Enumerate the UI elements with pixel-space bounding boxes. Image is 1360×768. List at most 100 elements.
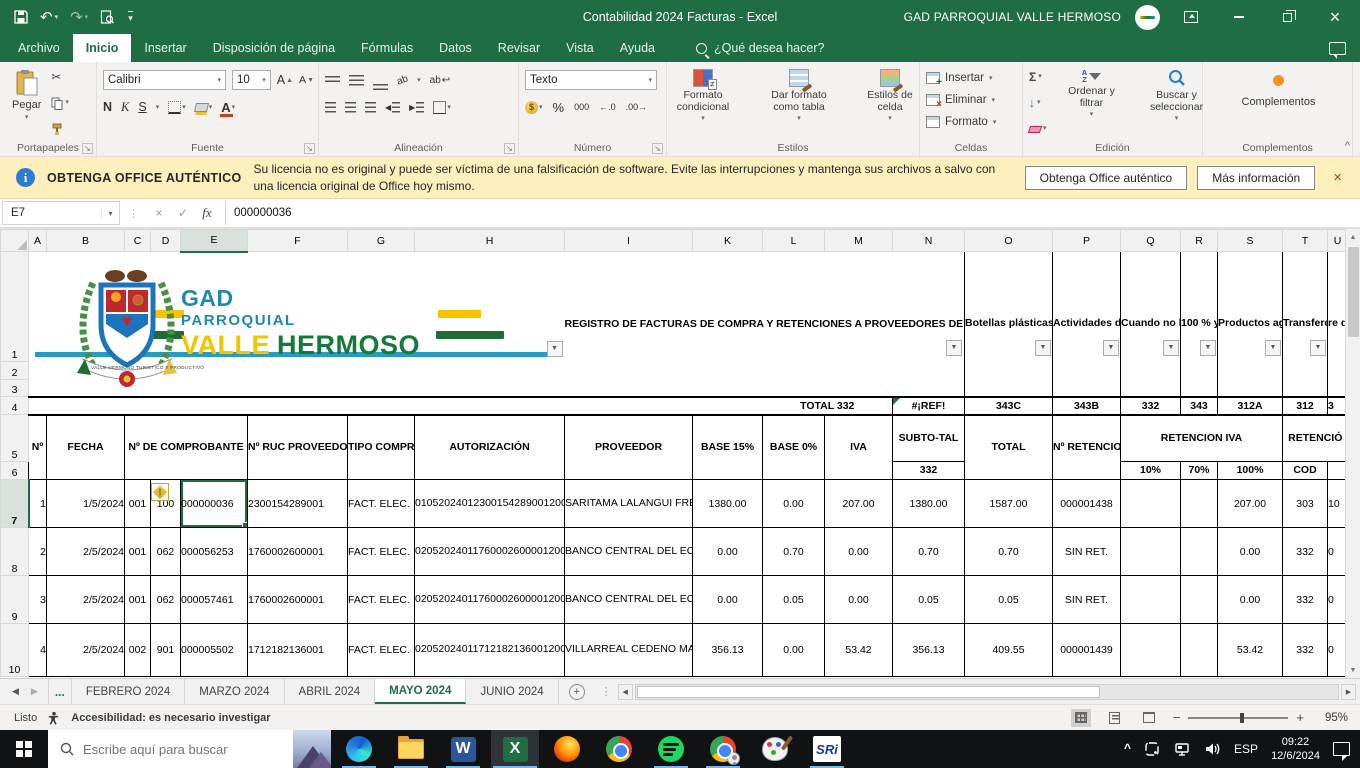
row-header-2[interactable]: 2 [0, 361, 29, 380]
tab-insertar[interactable]: Insertar [131, 34, 199, 62]
cell[interactable]: 0.00 [1217, 527, 1283, 576]
clear-button[interactable]: ▾ [1027, 121, 1047, 137]
taskbar-firefox[interactable] [543, 730, 591, 768]
column-header-k[interactable]: K [692, 229, 763, 252]
alignment-dialog-launcher[interactable]: ↘ [504, 143, 515, 154]
cell[interactable]: 0.70 [892, 527, 965, 576]
restore-button[interactable] [1270, 5, 1304, 29]
cell[interactable]: 000005502 [180, 623, 248, 677]
tab-archivo[interactable]: Archivo [0, 34, 73, 62]
cell[interactable]: 0.70 [964, 527, 1053, 576]
cell[interactable]: 1380.00 [692, 479, 763, 528]
tell-me-search[interactable]: ¿Qué desea hacer? [695, 34, 824, 62]
column-header-e[interactable]: E [180, 229, 248, 253]
accessibility-status[interactable]: Accesibilidad: es necesario investigar [71, 712, 270, 724]
ref-error-cell[interactable]: #¡REF! [892, 395, 965, 416]
cell[interactable]: 002 [124, 623, 151, 677]
font-size-select[interactable]: 10 ▾ [232, 70, 271, 90]
cell[interactable]: 207.00 [824, 479, 893, 528]
cell[interactable]: 901 [150, 623, 181, 677]
column-header-o[interactable]: O [964, 229, 1053, 252]
tab-vista[interactable]: Vista [553, 34, 607, 62]
taskbar-word[interactable]: W [439, 730, 487, 768]
header-sin-retencion[interactable]: Cuando no hay retención▼ [1120, 251, 1181, 397]
column-header-r[interactable]: R [1180, 229, 1218, 252]
taskbar-edge[interactable] [335, 730, 383, 768]
align-top-button[interactable] [325, 76, 340, 84]
zoom-level[interactable]: 95% [1318, 712, 1348, 724]
cell[interactable]: 0.00 [692, 527, 763, 576]
col-header-autorizacion[interactable]: AUTORIZACIÓN [414, 414, 565, 480]
action-center-icon[interactable] [1333, 742, 1350, 761]
taskbar-sri[interactable]: SRi [803, 730, 851, 768]
header-microempresa[interactable]: 100 % y 1%.- Regimen microempresa▼ [1180, 251, 1218, 397]
header-construccion[interactable]: Actividades de construcción de obra mate… [1052, 251, 1121, 397]
col-header-iva[interactable]: IVA [824, 414, 893, 480]
print-preview-button[interactable] [100, 10, 115, 24]
save-icon[interactable] [14, 10, 28, 24]
cell[interactable]: SARITAMA LALANGUI FREDDY PAUL [564, 479, 693, 528]
taskbar-spotify[interactable] [647, 730, 695, 768]
tray-network-icon[interactable] [1173, 742, 1191, 757]
underline-button[interactable]: S [138, 100, 146, 114]
tray-clock[interactable]: 09:22 12/6/2024 [1271, 735, 1320, 764]
tab-formulas[interactable]: Fórmulas [348, 34, 426, 62]
minimize-button[interactable] [1222, 5, 1256, 29]
cell-styles-button[interactable]: Estilos de celda ▾ [853, 66, 927, 140]
cell[interactable]: 062 [150, 527, 181, 576]
autosum-button[interactable]: Σ ▾ [1029, 69, 1047, 85]
align-left-button[interactable] [325, 101, 336, 113]
grow-font-button[interactable]: A ▲ [277, 73, 293, 87]
normal-view-button[interactable] [1070, 708, 1091, 727]
cell[interactable] [1180, 623, 1218, 677]
row-header-10[interactable]: 10 [0, 623, 29, 677]
col-header-retencion2[interactable]: RETENCIÓ [1282, 414, 1348, 462]
cell[interactable] [1120, 479, 1181, 528]
filter-dropdown-s1[interactable]: ▼ [1265, 340, 1281, 356]
code-cell[interactable]: 343B [1052, 395, 1121, 416]
cell[interactable] [1180, 575, 1218, 624]
tab-revisar[interactable]: Revisar [485, 34, 553, 62]
tab-split-grip[interactable]: ⋮ [595, 679, 618, 704]
row-header-8[interactable]: 8 [0, 527, 29, 576]
cell[interactable]: 3 [28, 575, 47, 624]
cell[interactable]: 2 [28, 527, 47, 576]
tray-app-icon[interactable] [1144, 741, 1160, 757]
taskbar-paint[interactable] [751, 730, 799, 768]
tray-expand-icon[interactable]: ^ [1124, 741, 1131, 755]
cell[interactable]: 0205202401171218213600120029010000055021… [414, 623, 565, 677]
col-header-retencion-iva[interactable]: RETENCION IVA [1120, 414, 1283, 462]
confirm-entry-icon[interactable]: ✓ [171, 206, 195, 220]
column-header-m[interactable]: M [824, 229, 893, 252]
cell[interactable]: BANCO CENTRAL DEL ECUADOR [564, 527, 693, 576]
cell[interactable]: FACT. ELEC. [347, 575, 415, 624]
logo-cell[interactable]: VALLE HERMOSO TURÍSTICO Y PRODUCTIVO GAD… [28, 251, 565, 397]
number-dialog-launcher[interactable]: ↘ [652, 143, 663, 154]
zoom-slider[interactable] [1188, 712, 1289, 723]
font-color-button[interactable]: A ▾ [220, 100, 235, 117]
align-right-button[interactable] [365, 101, 376, 113]
col-header-100[interactable]: 100% [1217, 461, 1283, 480]
total-332-cell[interactable]: TOTAL 332 [762, 395, 893, 416]
formula-input[interactable]: 000000036 [225, 201, 1360, 225]
header-agricolas[interactable]: Productos agricoilas o Pecuarias 1%▼ [1217, 251, 1283, 397]
cell[interactable]: 0.00 [1217, 575, 1283, 624]
cell[interactable]: 0205202401176000260000120010620000574611… [414, 575, 565, 624]
copy-dropdown-icon[interactable]: ▾ [65, 95, 69, 111]
accounting-format-button[interactable]: $ ▾ [525, 100, 543, 114]
hscroll-track[interactable] [634, 683, 1339, 700]
align-middle-button[interactable] [349, 74, 364, 86]
undo-dropdown-icon[interactable]: ▾ [55, 13, 59, 21]
col-header-subtotal[interactable]: SUBTO-TAL [892, 414, 965, 462]
font-dialog-launcher[interactable]: ↘ [304, 143, 315, 154]
comments-icon[interactable] [1329, 41, 1346, 59]
cell[interactable]: 0.05 [892, 575, 965, 624]
col-header-comprobante[interactable]: Nº DE COMPROBANTE [124, 414, 248, 480]
cell[interactable]: 332 [1282, 623, 1328, 677]
col-header-cod[interactable]: COD [1282, 461, 1328, 480]
col-header-70[interactable]: 70% [1180, 461, 1218, 480]
row-header-5[interactable]: 5 [0, 414, 29, 462]
ribbon-display-options-button[interactable] [1174, 5, 1208, 29]
tab-inicio[interactable]: Inicio [72, 34, 132, 62]
cell[interactable]: 001 [124, 527, 151, 576]
